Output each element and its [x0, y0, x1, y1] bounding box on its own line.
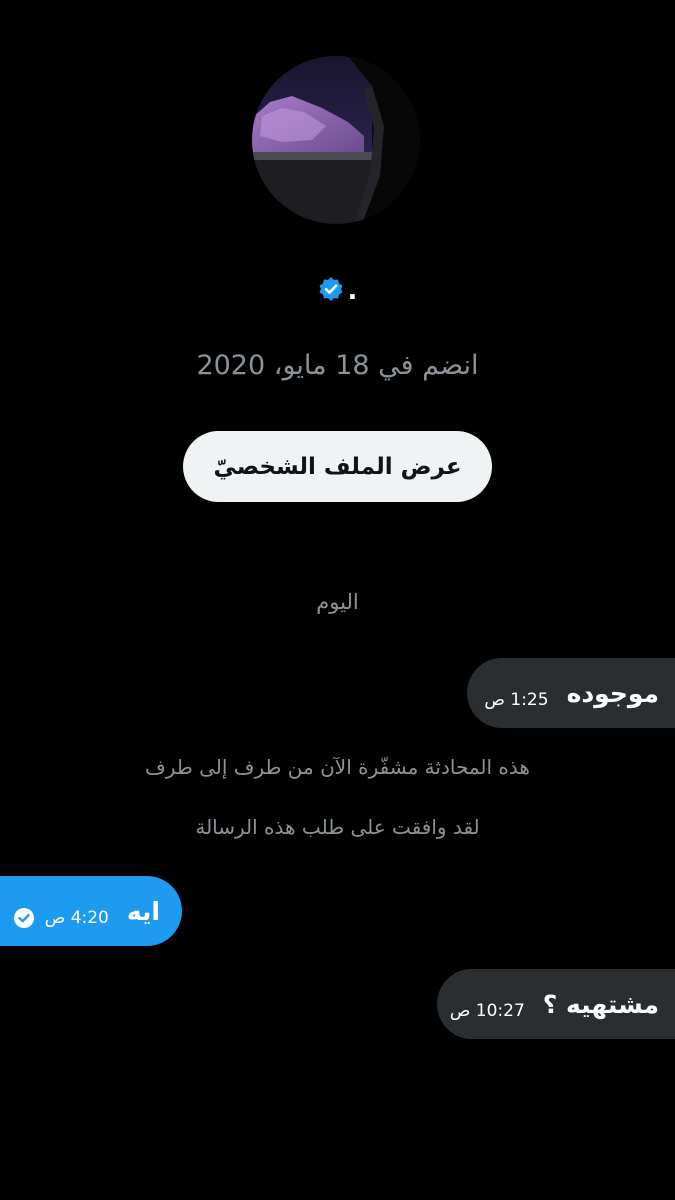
- message-text: مشتهيه ؟: [542, 989, 659, 1019]
- message-timestamp: 1:25 ص: [484, 690, 549, 710]
- view-profile-button[interactable]: عرض الملف الشخصيّ: [183, 431, 492, 502]
- message-timestamp: 10:27 ص: [449, 1001, 525, 1021]
- profile-display-name: .: [347, 276, 358, 306]
- avatar-photo: [252, 56, 420, 224]
- profile-name-row: .: [0, 272, 675, 306]
- request-accepted-notice: لقد وافقت على طلب هذه الرسالة: [195, 815, 480, 839]
- message-bubble-incoming[interactable]: مشتهيه ؟ 10:27 ص: [437, 969, 675, 1039]
- joined-date-text: انضم في 18 مايو، 2020: [196, 350, 479, 381]
- verified-badge-icon: [318, 276, 344, 302]
- message-text: ايه: [126, 896, 160, 926]
- message-text: موجوده: [566, 678, 659, 708]
- message-timestamp: 4:20 ص: [44, 908, 109, 928]
- encryption-notice: هذه المحادثة مشفّرة الآن من طرف إلى طرف: [145, 755, 530, 779]
- message-bubble-incoming[interactable]: موجوده 1:25 ص: [467, 658, 675, 728]
- read-check-icon: [13, 893, 35, 929]
- date-separator: اليوم: [316, 590, 359, 614]
- profile-avatar[interactable]: [252, 56, 420, 224]
- message-bubble-outgoing[interactable]: ايه 4:20 ص: [0, 876, 182, 946]
